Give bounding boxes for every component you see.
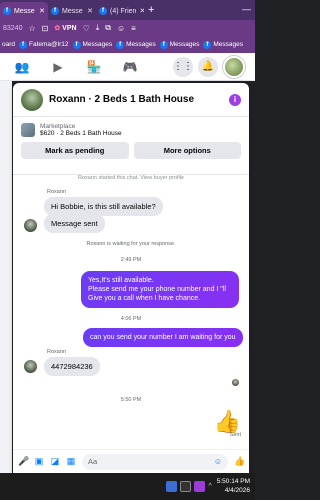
facebook-icon: f — [99, 7, 107, 15]
timestamp: 5:50 PM — [120, 397, 142, 403]
image-icon[interactable]: ▣ — [34, 456, 44, 467]
marketplace-icon[interactable]: 🏪 — [82, 57, 106, 77]
facebook-icon: f — [203, 40, 212, 49]
minimize-icon[interactable]: — — [242, 4, 251, 14]
taskbar: ^ 5:50:14 PM 4/4/2026 — [0, 473, 255, 500]
facebook-icon: f — [3, 7, 11, 15]
star-icon[interactable]: ☆ — [28, 24, 35, 33]
listing-price: $620 · 2 Beds 1 Bath House — [40, 130, 122, 137]
chat-start-note: Roxann started this chat. View buyer pro… — [78, 175, 184, 180]
tab-label: (4) Frien — [110, 7, 137, 15]
facebook-icon: f — [19, 40, 28, 49]
new-tab-button[interactable]: + — [144, 4, 158, 16]
timestamp: 4:06 PM — [120, 316, 142, 322]
clock-time: 5:50:14 PM — [216, 478, 250, 486]
chat-window: Roxann · 2 Beds 1 Bath House i Marketpla… — [13, 83, 249, 473]
marketplace-label: Marketplace — [40, 123, 76, 130]
marketplace-panel: Marketplace $620 · 2 Beds 1 Bath House M… — [13, 117, 249, 175]
file-explorer-icon[interactable] — [166, 481, 178, 492]
emoji-icon[interactable]: ☺ — [214, 457, 222, 466]
tab-label: Messe — [62, 7, 83, 15]
profile-icon[interactable]: ☺ — [117, 24, 125, 33]
microphone-icon[interactable]: 🎤 — [18, 456, 29, 467]
close-icon[interactable]: ✕ — [39, 7, 45, 15]
friends-icon[interactable]: 👥 — [10, 57, 34, 77]
message-input[interactable]: Aa ☺ — [82, 453, 228, 470]
nav-right: ⋮⋮ 🔔 — [173, 55, 245, 78]
seen-avatar — [232, 379, 239, 386]
browser-icon[interactable] — [194, 481, 206, 492]
tab-messenger-2[interactable]: f Messe ✕ — [48, 2, 96, 20]
browser-tab-strip: f Messe ✕ f Messe ✕ f (4) Frien ✕ + — — [0, 0, 255, 20]
bookmark-item[interactable]: f Fatema@lr12 — [19, 40, 69, 49]
message-line: Yes,It's still available. — [88, 277, 154, 284]
close-icon[interactable]: ✕ — [87, 7, 93, 15]
message-list: Roxann started this chat. View buyer pro… — [13, 175, 249, 433]
avatar[interactable] — [223, 55, 245, 78]
taskbar-pinned: ^ — [166, 481, 212, 492]
extensions-icon[interactable]: ⧉ — [105, 23, 111, 33]
facebook-icon: f — [159, 40, 168, 49]
tab-messenger-1[interactable]: f Messe ✕ — [0, 2, 48, 20]
message-composer: 🎤 ▣ ◪ ▦ Aa ☺ 👍 — [13, 449, 249, 473]
timestamp: 2:49 PM — [120, 257, 142, 263]
bookmark-item[interactable]: f Messages — [159, 40, 199, 49]
info-icon[interactable]: i — [229, 93, 241, 106]
sender-name: Roxann — [47, 189, 66, 195]
message-bubble-outgoing[interactable]: Yes,It's still available. Please send me… — [81, 271, 239, 309]
address-bar: 83240 ☆ ⊡ VPN ♡ ⤓ ⧉ ☺ ≡ — [0, 20, 255, 36]
more-options-button[interactable]: More options — [133, 142, 241, 159]
avatar — [24, 219, 37, 232]
bookmarks-bar: oard f Fatema@lr12 f Messages f Messages fM… — [0, 36, 255, 53]
menu-grid-icon[interactable]: ⋮⋮ — [173, 56, 193, 77]
bookmark-item[interactable]: oard — [2, 41, 15, 48]
waiting-notice: Roxann is waiting for your response. — [86, 241, 176, 247]
sent-status: Sent — [229, 432, 241, 438]
bookmark-item[interactable]: f Messages — [116, 40, 156, 49]
facebook-navbar: 👥 ▶ 🏪 🎮 ⋮⋮ 🔔 — [0, 53, 255, 81]
message-line: Please send me your phone number and I "… — [88, 286, 226, 303]
mark-as-pending-button[interactable]: Mark as pending — [21, 142, 129, 159]
thumbs-up-icon[interactable]: 👍 — [214, 411, 241, 433]
tab-friends[interactable]: f (4) Frien ✕ — [96, 2, 144, 20]
facebook-icon: f — [72, 40, 81, 49]
chat-header[interactable]: Roxann · 2 Beds 1 Bath House i — [13, 83, 249, 117]
system-clock[interactable]: 5:50:14 PM 4/4/2026 — [217, 478, 250, 495]
contact-avatar[interactable] — [21, 88, 43, 111]
message-bubble-incoming[interactable]: 4472984236 — [44, 357, 100, 376]
page-background — [0, 81, 12, 481]
notifications-bell-icon[interactable]: 🔔 — [198, 56, 218, 77]
download-icon[interactable]: ⤓ — [96, 23, 100, 33]
message-bubble-incoming[interactable]: Message sent — [44, 214, 105, 233]
facebook-icon: f — [51, 7, 59, 15]
bookmark-item[interactable]: f Messages — [203, 40, 243, 49]
thumbs-up-icon[interactable]: 👍 — [234, 456, 245, 467]
message-bubble-outgoing[interactable]: can you send your number I am waiting fo… — [83, 328, 243, 348]
app-icon[interactable] — [180, 481, 192, 492]
chevron-up-icon[interactable]: ^ — [208, 483, 211, 490]
translate-icon[interactable]: ⊡ — [42, 24, 49, 33]
tab-label: Messe — [14, 7, 35, 15]
address-url[interactable]: 83240 — [3, 25, 22, 32]
sticker-icon[interactable]: ◪ — [50, 456, 60, 467]
gif-icon[interactable]: ▦ — [66, 456, 76, 467]
vpn-button[interactable]: VPN — [54, 24, 76, 32]
avatar — [24, 360, 37, 373]
message-input-placeholder: Aa — [88, 457, 98, 466]
sender-name: Roxann — [47, 349, 66, 355]
listing-thumbnail — [21, 123, 35, 137]
facebook-icon: f — [116, 40, 125, 49]
heart-icon[interactable]: ♡ — [83, 24, 90, 33]
chat-title[interactable]: Roxann · 2 Beds 1 Bath House — [49, 94, 194, 105]
gaming-icon[interactable]: 🎮 — [118, 57, 142, 77]
bookmark-item[interactable]: f Messages — [72, 40, 112, 49]
marketplace-listing[interactable]: Marketplace $620 · 2 Beds 1 Bath House — [21, 123, 241, 137]
clock-date: 4/4/2026 — [224, 486, 250, 494]
settings-icon[interactable]: ≡ — [131, 24, 136, 33]
video-icon[interactable]: ▶ — [46, 57, 70, 77]
